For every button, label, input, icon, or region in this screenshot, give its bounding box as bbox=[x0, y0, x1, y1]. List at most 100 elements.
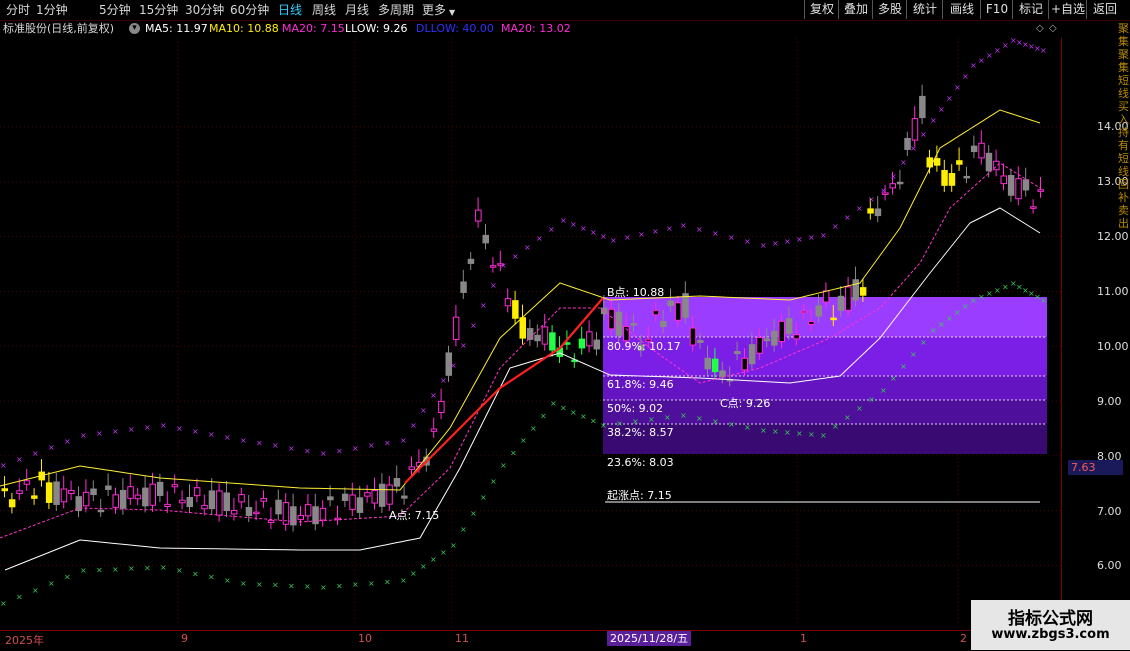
price-tick: 10.00 bbox=[1097, 340, 1129, 353]
lower-band-marker: × bbox=[460, 525, 467, 534]
candle-body bbox=[171, 484, 179, 488]
lower-band-marker: × bbox=[632, 417, 639, 426]
candle-body bbox=[223, 492, 230, 512]
tab-1min[interactable]: 1分钟 bbox=[36, 2, 68, 18]
back-button[interactable]: 返回 bbox=[1086, 0, 1123, 19]
upper-band-marker: × bbox=[600, 232, 607, 241]
fib-236-label: 23.6%: 8.03 bbox=[607, 456, 674, 469]
candle-body bbox=[53, 481, 60, 505]
tab-60min[interactable]: 60分钟 bbox=[230, 2, 269, 18]
candle-body bbox=[978, 142, 985, 159]
settings-dropdown-icon[interactable]: ▾ bbox=[129, 23, 140, 34]
upper-band-marker: × bbox=[772, 239, 779, 248]
fib-382-label: 38.2%: 8.57 bbox=[607, 426, 674, 439]
candle-body bbox=[142, 487, 149, 507]
time-tick: 2025年 bbox=[5, 634, 44, 647]
lower-band-marker: × bbox=[648, 415, 655, 424]
multi-stock-button[interactable]: 多股 bbox=[872, 0, 907, 19]
lower-band-marker: × bbox=[160, 563, 167, 572]
candle-body bbox=[512, 300, 519, 319]
f10-button[interactable]: F10 bbox=[980, 0, 1013, 19]
upper-band-marker: × bbox=[384, 439, 391, 448]
upper-band-marker: × bbox=[728, 233, 735, 242]
lower-band-marker: × bbox=[520, 436, 527, 445]
tab-15min[interactable]: 15分钟 bbox=[139, 2, 178, 18]
upper-band-marker: × bbox=[192, 427, 199, 436]
candle-body bbox=[1037, 189, 1044, 192]
expand-icon[interactable]: ◇ bbox=[1049, 20, 1057, 38]
upper-band-marker: × bbox=[930, 116, 937, 125]
upper-band-marker: × bbox=[0, 461, 7, 470]
upper-band-marker: × bbox=[920, 130, 927, 139]
tab-fenshi[interactable]: 分时 bbox=[6, 2, 30, 18]
lower-band-marker: × bbox=[946, 314, 953, 323]
candle-body bbox=[771, 330, 778, 346]
tab-30min[interactable]: 30分钟 bbox=[185, 2, 224, 18]
tab-5min[interactable]: 5分钟 bbox=[99, 2, 131, 18]
candle-body bbox=[1, 488, 8, 492]
candle-body bbox=[519, 317, 526, 339]
upper-band-marker: × bbox=[80, 431, 87, 440]
lower-band-marker: × bbox=[970, 296, 977, 305]
price-tick: 11.00 bbox=[1097, 285, 1129, 298]
upper-band-marker: × bbox=[1002, 41, 1009, 50]
ma20b-value: MA20: 13.02 bbox=[501, 22, 571, 35]
kline-chart[interactable]: × × × × × × × × × × × × × × × × × × × × × × × × × × × × × × × × × × × × × × × ×… bbox=[0, 38, 1061, 630]
lower-band-marker: × bbox=[224, 576, 231, 585]
fuquan-button[interactable]: 复权 bbox=[804, 0, 839, 19]
lower-band-marker: × bbox=[900, 362, 907, 371]
upper-band-marker: × bbox=[440, 376, 447, 385]
candle-body bbox=[164, 503, 171, 507]
candle-body bbox=[105, 485, 112, 490]
tab-multi-period[interactable]: 多周期 bbox=[378, 2, 414, 18]
watermark: 指标公式网 www.zbgs3.com bbox=[971, 600, 1130, 650]
lower-band-marker: × bbox=[0, 599, 7, 608]
upper-band-marker: × bbox=[410, 421, 417, 430]
more-chevron-icon[interactable]: ▼ bbox=[449, 5, 455, 21]
add-watchlist-button[interactable]: +自选 bbox=[1048, 0, 1087, 19]
upper-band-marker: × bbox=[288, 444, 295, 453]
candle-body bbox=[430, 428, 438, 432]
upper-band-marker: × bbox=[744, 237, 751, 246]
candle-body bbox=[1015, 178, 1022, 200]
lower-band-marker: × bbox=[530, 424, 537, 433]
lower-band-marker: × bbox=[288, 581, 295, 590]
time-tick: 9 bbox=[181, 632, 188, 645]
upper-band-marker: × bbox=[680, 221, 687, 230]
candle-body bbox=[963, 175, 970, 179]
tab-weekly[interactable]: 周线 bbox=[312, 2, 336, 18]
candle-body bbox=[275, 499, 282, 515]
lower-band-marker: × bbox=[796, 429, 803, 438]
tab-daily[interactable]: 日线 bbox=[278, 2, 302, 18]
lower-band-marker: × bbox=[560, 403, 567, 412]
candle-body bbox=[31, 495, 38, 499]
candle-body bbox=[859, 287, 867, 296]
ma20-value: MA20: 7.15 bbox=[282, 22, 345, 35]
upper-band-marker: × bbox=[240, 436, 247, 445]
mark-button[interactable]: 标记 bbox=[1012, 0, 1049, 19]
tab-monthly[interactable]: 月线 bbox=[345, 2, 369, 18]
upper-band-marker: × bbox=[128, 425, 135, 434]
lower-band-marker: × bbox=[744, 423, 751, 432]
upper-band-marker: × bbox=[320, 449, 327, 458]
diamond-icon[interactable]: ◇ bbox=[1036, 20, 1044, 38]
tab-more[interactable]: 更多 bbox=[422, 2, 446, 18]
upper-band-marker: × bbox=[224, 433, 231, 442]
candle-body bbox=[874, 208, 882, 217]
overlay-button[interactable]: 叠加 bbox=[838, 0, 873, 19]
price-tick: 6.00 bbox=[1097, 559, 1122, 572]
statistics-button[interactable]: 统计 bbox=[906, 0, 943, 19]
lower-band-marker: × bbox=[930, 326, 937, 335]
watermark-url: www.zbgs3.com bbox=[991, 627, 1110, 642]
fib-50-label: 50%: 9.02 bbox=[607, 402, 664, 415]
upper-band-marker: × bbox=[986, 51, 993, 60]
upper-band-marker: × bbox=[590, 228, 597, 237]
draw-line-button[interactable]: 画线 bbox=[942, 0, 981, 19]
candle-body bbox=[763, 338, 771, 342]
candle-body bbox=[815, 305, 822, 317]
candle-body bbox=[297, 514, 304, 520]
price-tick: 7.00 bbox=[1097, 505, 1122, 518]
candle-body bbox=[911, 118, 919, 141]
lower-band-marker: × bbox=[48, 579, 55, 588]
period-toolbar: 分时 1分钟 5分钟 15分钟 30分钟 60分钟 日线 周线 月线 多周期 更… bbox=[0, 0, 1130, 21]
